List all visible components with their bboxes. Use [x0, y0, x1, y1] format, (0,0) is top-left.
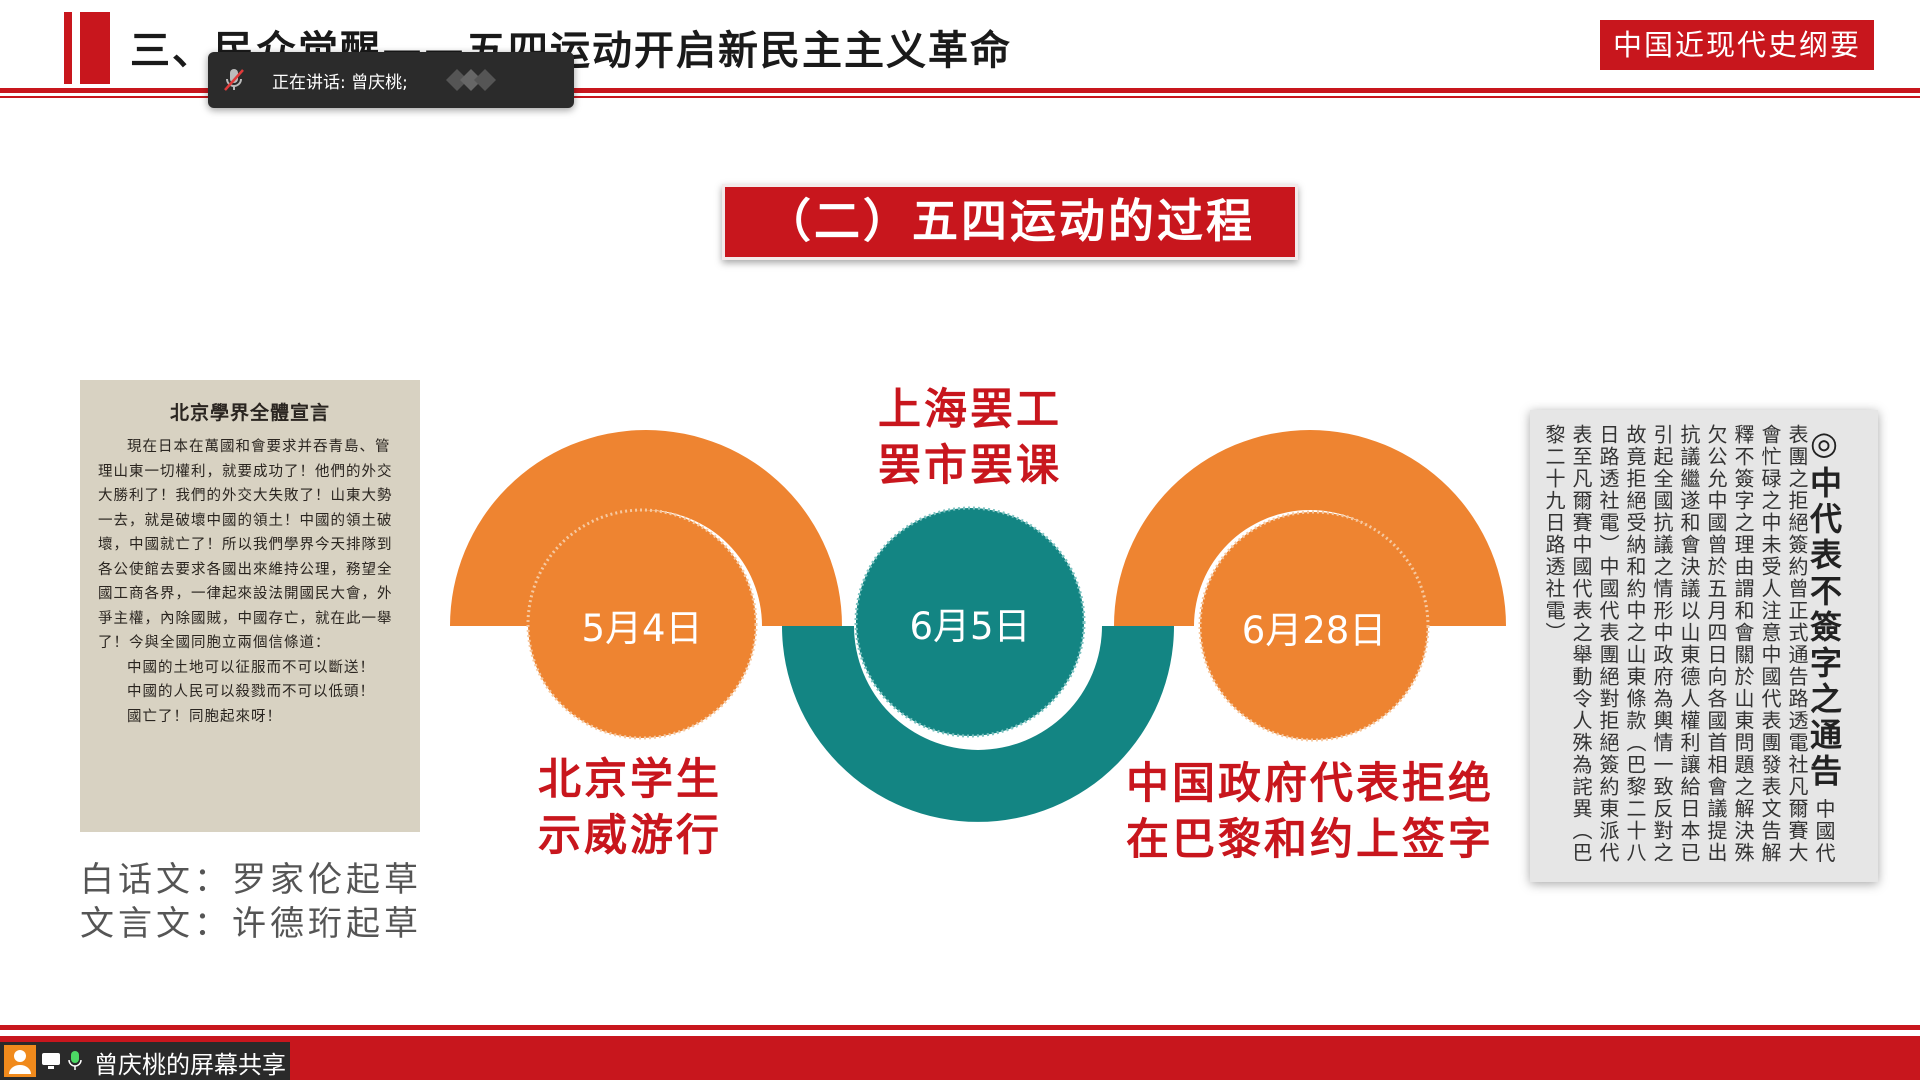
declaration-body: 現在日本在萬國和會要求并吞青島、管理山東一切權利，就要成功了！他們的外交大勝利了… — [98, 439, 393, 651]
beijing-declaration-image: 北京學界全體宣言 現在日本在萬國和會要求并吞青島、管理山東一切權利，就要成功了！… — [80, 380, 420, 832]
event-label-line: 在巴黎和约上签字 — [1126, 815, 1494, 865]
date-may4: 5月4日 — [581, 607, 703, 650]
event-label-beijing: 北京学生 示威游行 — [500, 752, 760, 864]
notice-body: 中國代表團之拒絕簽約曾正式通告路透電社凡爾賽大會忙碌之中未受人注意中國代表團發表… — [1542, 424, 1836, 865]
speaking-text: 正在讲话: 曾庆桃; — [272, 73, 408, 93]
notice-title: ◎中代表不簽字之通告 — [1805, 424, 1843, 790]
event-label-line: 示威游行 — [538, 811, 722, 861]
event-label-shanghai: 上海罢工 罢市罢课 — [840, 382, 1100, 494]
event-label-paris: 中国政府代表拒绝 在巴黎和约上签字 — [1100, 756, 1520, 868]
date-jun5: 6月5日 — [909, 605, 1031, 648]
declaration-line: 中國的土地可以征服而不可以斷送！ — [127, 659, 375, 676]
event-label-line: 中国政府代表拒绝 — [1126, 759, 1494, 809]
event-label-line: 北京学生 — [538, 755, 722, 805]
declaration-line: 國亡了！同胞起來呀！ — [127, 708, 282, 725]
screen-share-icon — [42, 1053, 60, 1069]
share-label: 曾庆桃的屏幕共享 — [94, 1051, 286, 1079]
date-jun28: 6月28日 — [1241, 609, 1387, 652]
screen-share-indicator[interactable]: 曾庆桃的屏幕共享 — [0, 1042, 290, 1080]
footer-rule — [0, 1025, 1920, 1030]
mic-muted-icon — [224, 69, 244, 91]
caption-classical: 文言文：许德珩起草 — [80, 904, 422, 944]
speaking-indicator: 正在讲话: 曾庆桃; — [208, 52, 574, 108]
section-heading: （二）五四运动的过程 — [722, 184, 1298, 260]
event-label-line: 上海罢工 — [878, 385, 1062, 435]
user-icon — [4, 1045, 36, 1077]
course-badge: 中国近现代史纲要 — [1600, 20, 1874, 70]
speaker-avatar-icon — [446, 69, 496, 91]
header-accent-bar-2 — [80, 12, 110, 84]
header-accent-bar-1 — [64, 12, 72, 84]
caption-vernacular: 白话文：罗家伦起草 — [80, 860, 422, 900]
notice-text: ◎中代表不簽字之通告 中國代表團之拒絕簽約曾正式通告路透電社凡爾賽大會忙碌之中未… — [1540, 424, 1843, 868]
authors-caption: 白话文：罗家伦起草 文言文：许德珩起草 — [80, 858, 422, 946]
refusal-notice-image: ◎中代表不簽字之通告 中國代表團之拒絕簽約曾正式通告路透電社凡爾賽大會忙碌之中未… — [1530, 410, 1878, 882]
declaration-line: 中國的人民可以殺戮而不可以低頭！ — [127, 684, 375, 700]
declaration-title: 北京學界全體宣言 — [169, 402, 330, 424]
mic-on-icon — [68, 1051, 82, 1070]
event-label-line: 罢市罢课 — [878, 441, 1062, 491]
